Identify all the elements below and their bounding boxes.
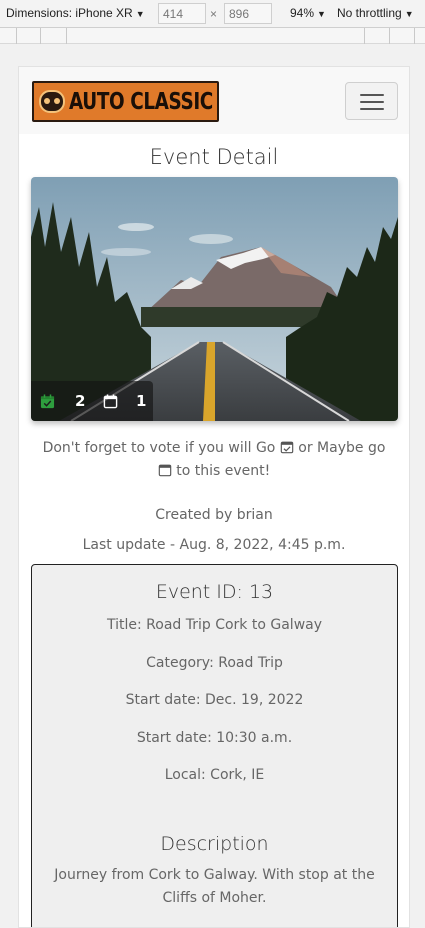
event-details-card: Event ID: 13 Title: Road Trip Cork to Ga… bbox=[31, 564, 398, 927]
devtools-toolbar: Dimensions: iPhone XR ▼ 414 × 896 94% ▼ No… bbox=[0, 0, 425, 28]
event-description: Journey from Cork to Galway. With stop a… bbox=[54, 867, 375, 906]
description-heading: Description bbox=[160, 833, 269, 855]
chevron-down-icon: ▼ bbox=[404, 9, 414, 19]
car-grille-icon bbox=[39, 90, 65, 113]
brand-logo[interactable]: AUTO CLASSIC bbox=[32, 81, 219, 122]
event-image: 2 1 bbox=[31, 177, 398, 421]
width-input[interactable]: 414 bbox=[158, 3, 206, 24]
event-id-heading: Event ID: 13 bbox=[155, 581, 274, 603]
brand-logo-text: AUTO CLASSIC bbox=[69, 89, 213, 115]
throttling-select[interactable]: No throttling ▼ bbox=[337, 6, 414, 20]
zoom-select[interactable]: 94% ▼ bbox=[290, 6, 326, 20]
chevron-down-icon: ▼ bbox=[317, 9, 326, 19]
menu-toggle-button[interactable] bbox=[345, 82, 398, 120]
vote-reminder: Don't forget to vote if you will Go or M… bbox=[39, 437, 389, 483]
going-count: 2 bbox=[75, 392, 86, 410]
event-location: Local: Cork, IE bbox=[164, 767, 265, 783]
navbar: AUTO CLASSIC bbox=[19, 67, 409, 134]
last-update: Last update - Aug. 8, 2022, 4:45 p.m. bbox=[82, 537, 346, 553]
chevron-down-icon: ▼ bbox=[135, 9, 145, 19]
calendar-icon[interactable] bbox=[103, 394, 118, 409]
height-input[interactable]: 896 bbox=[224, 3, 272, 24]
zoom-label: 94% bbox=[290, 6, 315, 20]
calendar-check-icon bbox=[280, 441, 294, 454]
event-title: Title: Road Trip Cork to Galway bbox=[106, 617, 323, 633]
hamburger-icon bbox=[360, 94, 384, 96]
vote-reminder-text-2: or Maybe go bbox=[298, 440, 386, 456]
maybe-count: 1 bbox=[136, 392, 147, 410]
vote-reminder-text-3: to this event! bbox=[176, 463, 271, 479]
times-symbol: × bbox=[210, 7, 218, 21]
vote-counts-bar: 2 1 bbox=[31, 381, 153, 421]
event-start-date: Start date: Dec. 19, 2022 bbox=[125, 692, 304, 708]
event-start-time: Start date: 10:30 a.m. bbox=[136, 730, 293, 746]
media-query-ruler bbox=[0, 28, 425, 44]
event-category: Category: Road Trip bbox=[146, 655, 283, 671]
calendar-check-icon[interactable] bbox=[40, 394, 55, 409]
device-viewport: AUTO CLASSIC Event Detail 2 1 Don't forg… bbox=[18, 66, 410, 928]
device-select[interactable]: Dimensions: iPhone XR ▼ bbox=[6, 6, 145, 20]
device-select-label: Dimensions: iPhone XR bbox=[6, 6, 133, 20]
page-title: Event Detail bbox=[149, 145, 279, 169]
vote-reminder-text-1: Don't forget to vote if you will Go bbox=[42, 440, 276, 456]
created-by: Created by brian bbox=[155, 507, 273, 523]
calendar-icon bbox=[158, 464, 172, 477]
throttling-label: No throttling bbox=[337, 6, 402, 20]
